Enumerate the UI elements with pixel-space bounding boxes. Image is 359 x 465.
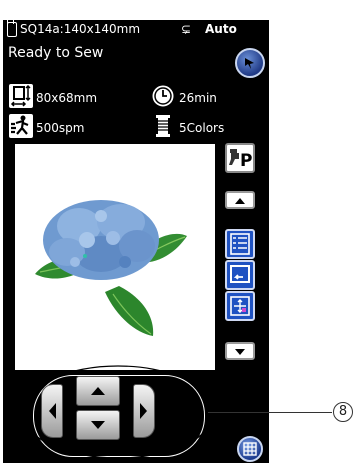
callout-line (208, 412, 332, 413)
highlight-ellipse (21, 365, 215, 459)
callout-number: 8 (333, 402, 353, 422)
